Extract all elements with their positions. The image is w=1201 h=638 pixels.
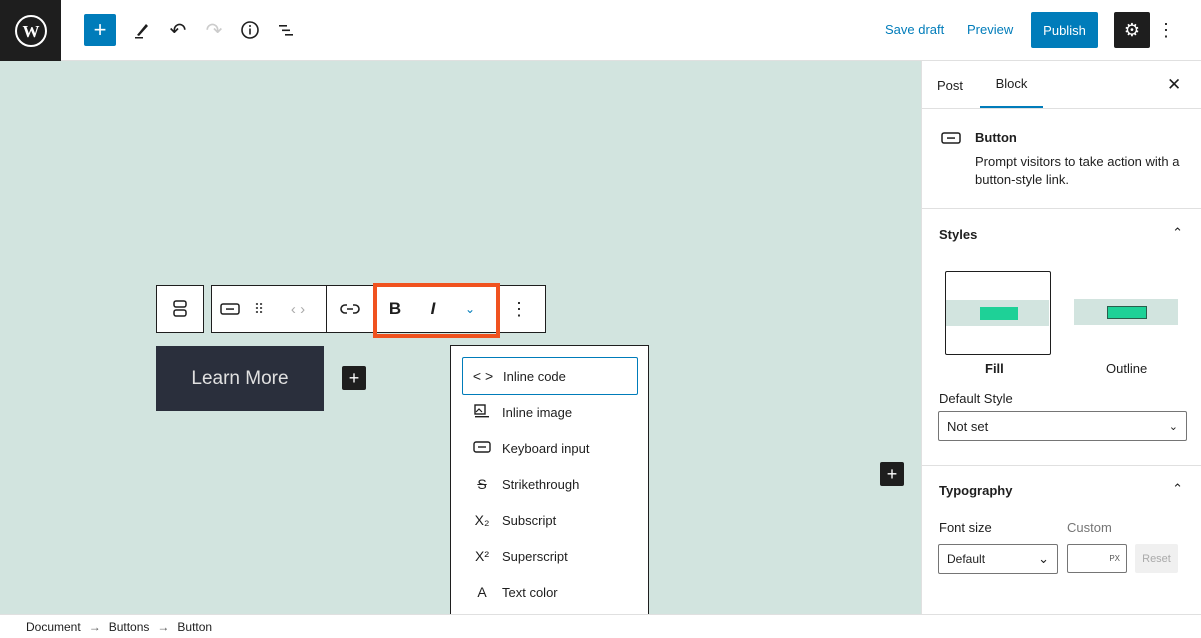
styles-heading: Styles — [939, 227, 978, 242]
tab-post[interactable]: Post — [937, 61, 963, 109]
chevron-down-icon: ⌄ — [1168, 420, 1178, 433]
tools-pen-icon[interactable] — [128, 16, 156, 44]
tab-block[interactable]: Block — [980, 61, 1043, 109]
learn-more-button-block[interactable]: Learn More — [156, 346, 324, 411]
link-icon[interactable] — [327, 286, 373, 332]
menu-item-keyboard-input[interactable]: Keyboard input — [462, 429, 638, 467]
gear-icon: ⚙ — [1123, 19, 1141, 40]
publish-button[interactable]: Publish — [1031, 12, 1098, 48]
text-color-icon: A — [477, 584, 487, 600]
menu-item-text-color[interactable]: A Text color — [462, 573, 638, 611]
code-icon: < > — [472, 368, 494, 384]
bold-icon[interactable]: B — [374, 286, 416, 332]
add-block-button[interactable]: + — [84, 14, 116, 46]
collapse-styles-icon[interactable]: ⌃ — [1172, 225, 1183, 241]
button-block-icon[interactable] — [212, 286, 248, 332]
keyboard-icon — [462, 440, 502, 456]
chevron-down-icon: ⌄ — [1038, 551, 1049, 566]
save-draft-button[interactable]: Save draft — [885, 22, 944, 37]
default-style-label: Default Style — [939, 391, 1013, 406]
menu-item-subscript[interactable]: X₂ Subscript — [462, 501, 638, 539]
subscript-icon: X₂ — [474, 512, 490, 528]
redo-icon[interactable]: ↷ — [200, 16, 228, 44]
style-outline-label: Outline — [1106, 361, 1148, 376]
custom-label: Custom — [1067, 520, 1112, 535]
add-block-end-button[interactable]: + — [880, 462, 904, 486]
top-toolbar: W + ↶ ↷ Save draft Preview Publish ⚙ ⋮ — [0, 0, 1201, 61]
style-option-fill[interactable] — [945, 271, 1051, 355]
breadcrumb: Document → Buttons → Button — [0, 614, 1201, 638]
block-name: Button — [975, 130, 1017, 145]
preview-button[interactable]: Preview — [967, 22, 1013, 37]
superscript-icon: X² — [475, 548, 489, 564]
default-style-select[interactable]: Not set ⌄ — [938, 411, 1187, 441]
settings-button[interactable]: ⚙ — [1114, 12, 1150, 48]
add-block-inline-button[interactable]: + — [342, 366, 366, 390]
list-view-icon[interactable] — [272, 16, 300, 44]
custom-size-input[interactable]: PX — [1067, 544, 1127, 573]
move-left-right-icon[interactable]: ‹ › — [270, 286, 326, 332]
block-toolbar-parent — [156, 285, 204, 333]
image-icon — [462, 403, 502, 421]
reset-button[interactable]: Reset — [1135, 544, 1178, 573]
format-dropdown-menu: < > Inline code Inline image Keyboard in… — [450, 345, 649, 624]
menu-item-strikethrough[interactable]: S Strikethrough — [462, 465, 638, 503]
menu-item-superscript[interactable]: X² Superscript — [462, 537, 638, 575]
close-sidebar-icon[interactable]: ✕ — [1167, 61, 1181, 109]
more-options-icon[interactable]: ⋮ — [1156, 16, 1176, 44]
italic-icon[interactable]: I — [416, 286, 450, 332]
drag-handle-icon[interactable]: ⠿ — [248, 286, 270, 332]
button-block-icon — [941, 131, 961, 150]
settings-sidebar: Post Block ✕ Button Prompt visitors to t… — [921, 61, 1201, 615]
font-size-label: Font size — [939, 520, 992, 535]
info-icon[interactable] — [236, 16, 264, 44]
strikethrough-icon: S — [477, 476, 487, 492]
block-options-icon[interactable]: ⋮ — [497, 286, 541, 332]
menu-item-inline-code[interactable]: < > Inline code — [462, 357, 638, 395]
breadcrumb-buttons[interactable]: Buttons — [109, 620, 150, 634]
block-toolbar: ⠿ ‹ › B I ⌄ ⋮ — [211, 285, 546, 333]
block-description: Prompt visitors to take action with a bu… — [975, 154, 1180, 187]
breadcrumb-separator: → — [157, 619, 170, 634]
menu-item-inline-image[interactable]: Inline image — [462, 393, 638, 431]
breadcrumb-document[interactable]: Document — [26, 620, 81, 634]
typography-heading: Typography — [939, 483, 1013, 498]
svg-text:W: W — [22, 22, 39, 41]
breadcrumb-separator: → — [88, 619, 101, 634]
breadcrumb-button[interactable]: Button — [177, 620, 212, 634]
wordpress-logo-icon[interactable]: W — [0, 0, 61, 61]
undo-icon[interactable]: ↶ — [164, 16, 192, 44]
more-formats-chevron-icon[interactable]: ⌄ — [450, 286, 490, 332]
style-option-outline[interactable] — [1074, 271, 1180, 355]
font-size-select[interactable]: Default ⌄ — [938, 544, 1058, 574]
select-parent-icon[interactable] — [157, 286, 203, 332]
style-fill-label: Fill — [985, 361, 1004, 376]
collapse-typography-icon[interactable]: ⌃ — [1172, 481, 1183, 497]
